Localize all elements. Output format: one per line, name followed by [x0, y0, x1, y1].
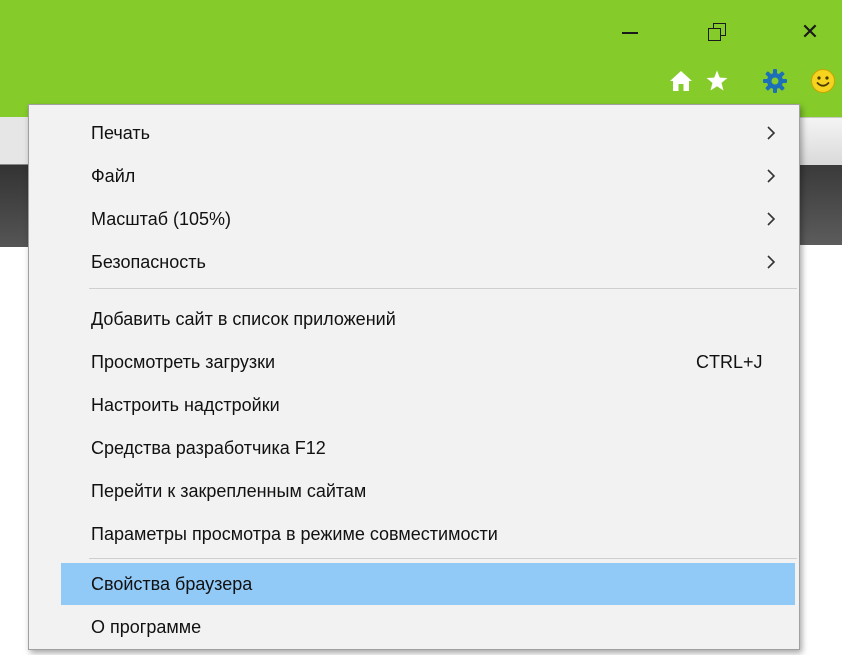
menu-item-label: Безопасность [91, 251, 206, 272]
chevron-right-icon [764, 212, 778, 226]
menu-item-print[interactable]: Печать [29, 115, 799, 151]
menu-item-label: Параметры просмотра в режиме совместимос… [91, 523, 498, 544]
close-button[interactable]: ✕ [790, 14, 830, 50]
menu-item-label: О программе [91, 616, 202, 637]
chevron-right-icon [764, 255, 778, 269]
minimize-icon [622, 32, 638, 34]
menu-separator [89, 288, 797, 289]
menu-item-label: Файл [91, 165, 136, 186]
menu-item-label: Средства разработчика F12 [91, 437, 326, 458]
menu-separator [89, 558, 797, 559]
restore-icon [708, 23, 726, 41]
menu-item-shortcut: CTRL+J [696, 351, 763, 372]
menu-item-zoom[interactable]: Масштаб (105%) [29, 201, 799, 237]
menu-item-label: Настроить надстройки [91, 394, 280, 415]
menu-item-label: Свойства браузера [91, 573, 253, 594]
gear-icon[interactable] [760, 66, 790, 96]
menu-item-add-site-to-apps[interactable]: Добавить сайт в список приложений [29, 301, 799, 337]
title-bar: ✕ [0, 0, 842, 117]
close-icon: ✕ [800, 19, 820, 45]
chevron-right-icon [764, 126, 778, 140]
smiley-icon[interactable] [808, 66, 838, 96]
menu-item-internet-options[interactable]: Свойства браузера [61, 563, 795, 605]
menu-item-manage-addons[interactable]: Настроить надстройки [29, 387, 799, 423]
menu-item-compatibility-view[interactable]: Параметры просмотра в режиме совместимос… [29, 516, 799, 552]
restore-button[interactable] [697, 14, 737, 50]
minimize-button[interactable] [610, 14, 650, 50]
menu-item-developer-tools[interactable]: Средства разработчика F12 [29, 430, 799, 466]
home-icon[interactable] [666, 66, 696, 96]
menu-item-file[interactable]: Файл [29, 158, 799, 194]
menu-item-about[interactable]: О программе [29, 609, 799, 645]
menu-item-label: Добавить сайт в список приложений [91, 308, 396, 329]
menu-item-view-downloads[interactable]: Просмотреть загрузки CTRL+J [29, 344, 799, 380]
menu-item-label: Масштаб (105%) [91, 208, 232, 229]
menu-item-security[interactable]: Безопасность [29, 244, 799, 280]
menu-item-label: Просмотреть загрузки [91, 351, 276, 372]
menu-item-pinned-sites[interactable]: Перейти к закрепленным сайтам [29, 473, 799, 509]
menu-item-label: Перейти к закрепленным сайтам [91, 480, 367, 501]
star-icon[interactable] [702, 66, 732, 96]
menu-item-label: Печать [91, 122, 150, 143]
tools-menu: Печать Файл Масштаб (105%) Безопасность … [28, 104, 800, 650]
chevron-right-icon [764, 169, 778, 183]
